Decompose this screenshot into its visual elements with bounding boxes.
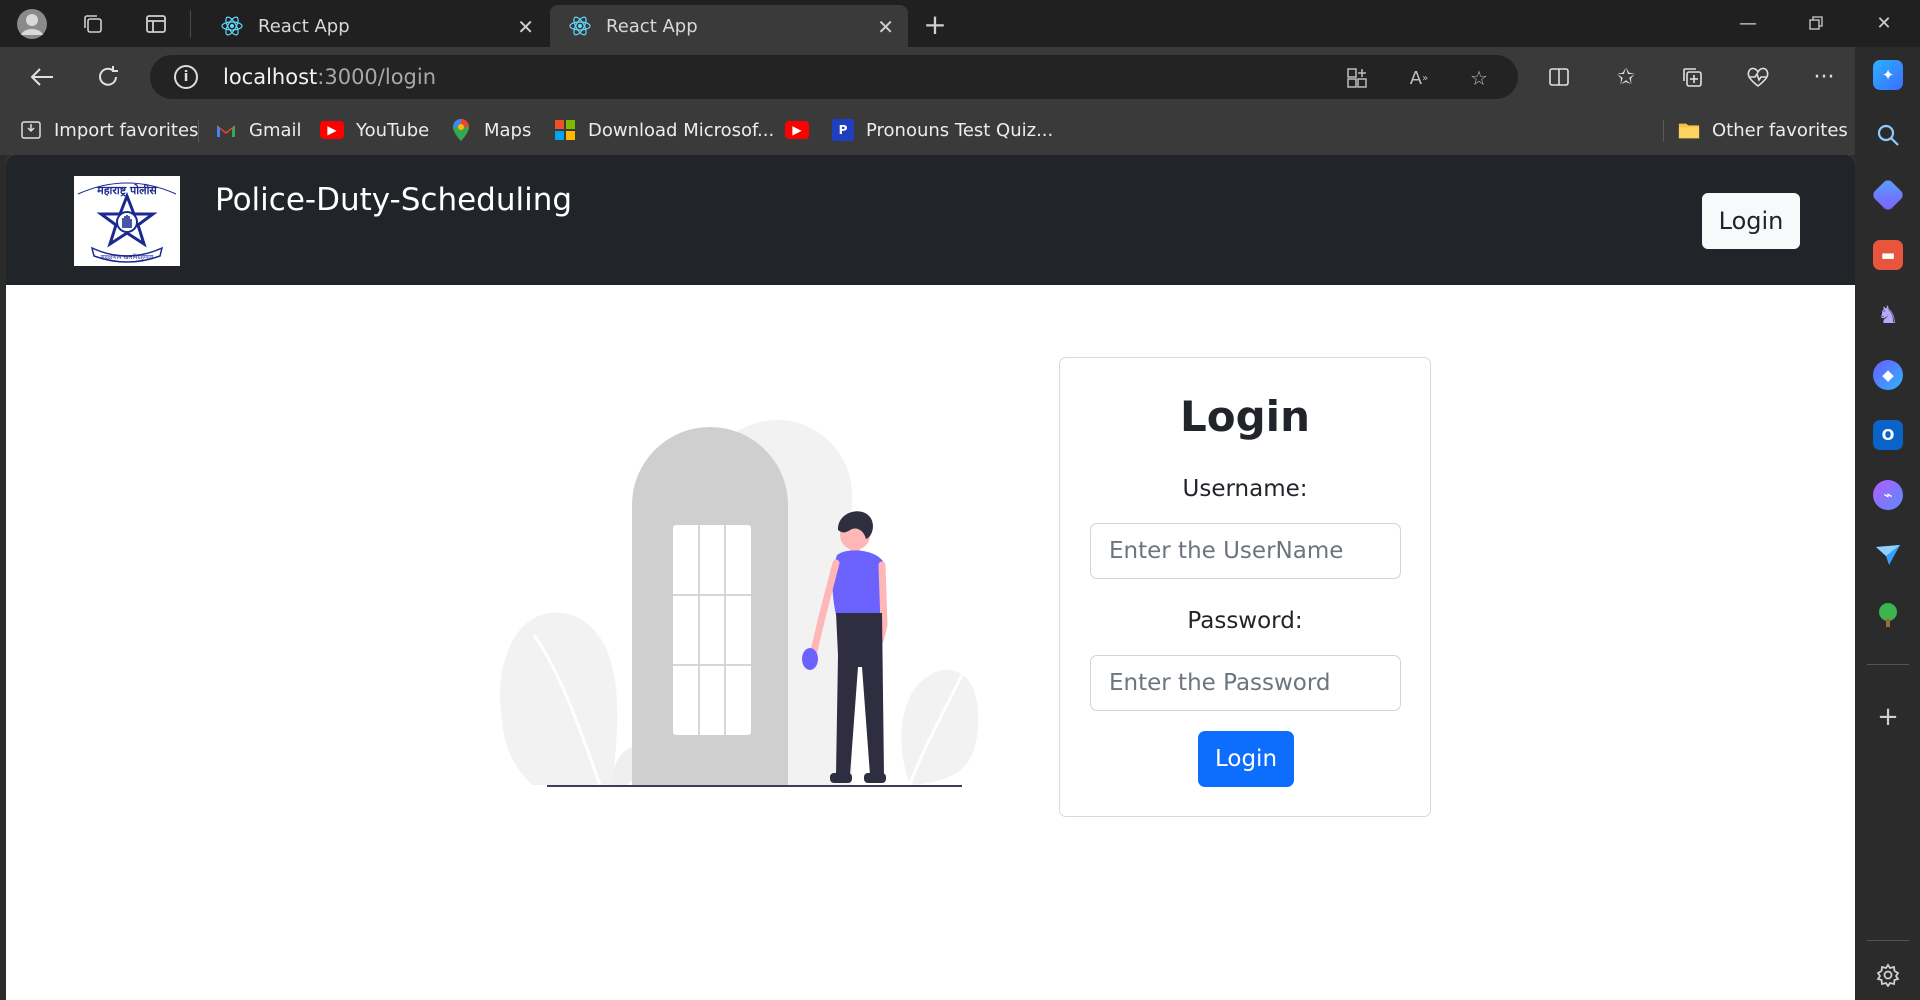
add-icon[interactable]: + [1873, 702, 1903, 732]
url-text[interactable]: localhost:3000/login [223, 65, 436, 89]
title-bar: React App ✕ React App ✕ + — ✕ [0, 0, 1920, 47]
microsoft-icon [554, 119, 576, 141]
sidebar-divider [1867, 664, 1909, 665]
more-options-icon[interactable]: ··· [1808, 61, 1840, 93]
minimize-icon[interactable]: — [1728, 8, 1768, 38]
favorite-maps[interactable]: Maps [450, 117, 531, 143]
tree-icon[interactable] [1873, 600, 1903, 630]
username-input[interactable] [1090, 523, 1401, 579]
refresh-icon[interactable] [90, 59, 126, 95]
restore-icon[interactable] [1796, 8, 1836, 38]
microsoft-365-icon[interactable]: ◆ [1873, 360, 1903, 390]
app-navbar: महाराष्ट्र पोलीस सद्रक्षणाय खलनिग्रहणाय … [6, 155, 1855, 285]
logo-bottom-text: सद्रक्षणाय खलनिग्रहणाय [101, 253, 154, 261]
app-available-icon[interactable] [1344, 65, 1370, 91]
tab-react-app-2[interactable]: React App ✕ [550, 5, 908, 47]
tools-icon[interactable]: ▬ [1873, 240, 1903, 270]
login-card: Login Username: Password: Login [1059, 357, 1431, 817]
right-leaf [901, 669, 979, 786]
door-arch [632, 420, 852, 785]
copilot-icon[interactable]: ✦ [1873, 60, 1903, 90]
split-screen-icon[interactable] [1543, 61, 1575, 93]
url-path: :3000/login [317, 65, 437, 89]
favorite-label: Import favorites [54, 119, 199, 141]
back-icon[interactable] [24, 59, 60, 95]
pronouns-icon: P [832, 119, 854, 141]
gmail-icon [215, 119, 237, 141]
search-icon[interactable] [1873, 120, 1903, 150]
favorite-gmail[interactable]: Gmail [215, 117, 302, 143]
favorite-youtube-2[interactable]: ▶ [785, 117, 821, 143]
login-submit-button[interactable]: Login [1198, 731, 1294, 787]
page-viewport: महाराष्ट्र पोलीस सद्रक्षणाय खलनिग्रहणाय … [6, 155, 1855, 1000]
tab-divider [190, 10, 191, 38]
left-leaf [500, 612, 644, 786]
navbar-login-button[interactable]: Login [1702, 193, 1800, 249]
username-label: Username: [1182, 476, 1308, 502]
sidebar-divider [1867, 940, 1909, 941]
favorite-label: Maps [484, 119, 532, 141]
tab-actions-icon[interactable] [139, 7, 173, 41]
police-logo: महाराष्ट्र पोलीस सद्रक्षणाय खलनिग्रहणाय [74, 176, 180, 266]
browser-window: React App ✕ React App ✕ + — ✕ i localhos… [0, 0, 1920, 1000]
profile-icon[interactable] [15, 7, 49, 41]
favorite-pronouns-test[interactable]: P Pronouns Test Quiz... [832, 117, 1053, 143]
outlook-icon[interactable]: O [1873, 420, 1903, 450]
brand-title[interactable]: Police-Duty-Scheduling [215, 182, 572, 218]
tab-react-app-1[interactable]: React App ✕ [202, 5, 548, 47]
password-label: Password: [1187, 608, 1303, 634]
favorites-divider [1663, 120, 1664, 142]
youtube-icon: ▶ [785, 121, 809, 139]
tab-title: React App [606, 15, 698, 37]
login-title: Login [1180, 392, 1310, 441]
react-icon [221, 16, 243, 36]
folder-icon [1678, 119, 1700, 141]
favorites-icon[interactable]: ✩ [1610, 61, 1642, 93]
designer-icon[interactable]: ⌁ [1873, 480, 1903, 510]
youtube-icon: ▶ [320, 121, 344, 139]
favorite-download-microsoft[interactable]: Download Microsof... [554, 117, 774, 143]
close-tab-icon[interactable]: ✕ [877, 15, 894, 39]
favorite-label: Download Microsof... [588, 119, 775, 141]
favorite-label: YouTube [356, 119, 430, 141]
other-favorites[interactable]: Other favorites [1678, 117, 1848, 143]
games-icon[interactable]: ♞ [1873, 300, 1903, 330]
browser-toolbar: i localhost:3000/login A» ☆ ✩ ··· [0, 47, 1855, 105]
address-bar[interactable]: i localhost:3000/login A» ☆ [150, 55, 1518, 99]
favorite-star-icon[interactable]: ☆ [1466, 65, 1492, 91]
new-tab-icon[interactable]: + [918, 7, 952, 41]
favorite-label: Gmail [249, 119, 302, 141]
favorite-label: Pronouns Test Quiz... [866, 119, 1054, 141]
close-tab-icon[interactable]: ✕ [517, 15, 534, 39]
login-illustration [492, 405, 979, 825]
collections-icon[interactable] [1676, 61, 1708, 93]
favorite-youtube[interactable]: ▶ YouTube [320, 117, 429, 143]
send-icon[interactable] [1873, 540, 1903, 570]
site-info-icon[interactable]: i [174, 65, 198, 89]
maps-icon [450, 119, 472, 141]
workspaces-icon[interactable] [76, 7, 110, 41]
other-favorites-label: Other favorites [1712, 119, 1848, 141]
url-host: localhost [223, 65, 318, 89]
import-favorites-icon [20, 119, 42, 141]
settings-gear-icon[interactable] [1873, 960, 1903, 990]
tab-title: React App [258, 15, 350, 37]
shopping-icon[interactable] [1871, 178, 1905, 212]
browser-essentials-icon[interactable] [1742, 61, 1774, 93]
edge-sidebar: ✦ ▬ ♞ ◆ O ⌁ + [1855, 47, 1920, 1000]
favorites-bar: Import favorites Gmail ▶ YouTube Maps Do… [0, 105, 1855, 155]
favorite-import-favorites[interactable]: Import favorites [20, 117, 198, 143]
password-input[interactable] [1090, 655, 1401, 711]
favorites-divider [198, 120, 199, 142]
react-icon [569, 16, 591, 36]
close-window-icon[interactable]: ✕ [1864, 8, 1904, 38]
read-aloud-icon[interactable]: A» [1406, 65, 1432, 91]
